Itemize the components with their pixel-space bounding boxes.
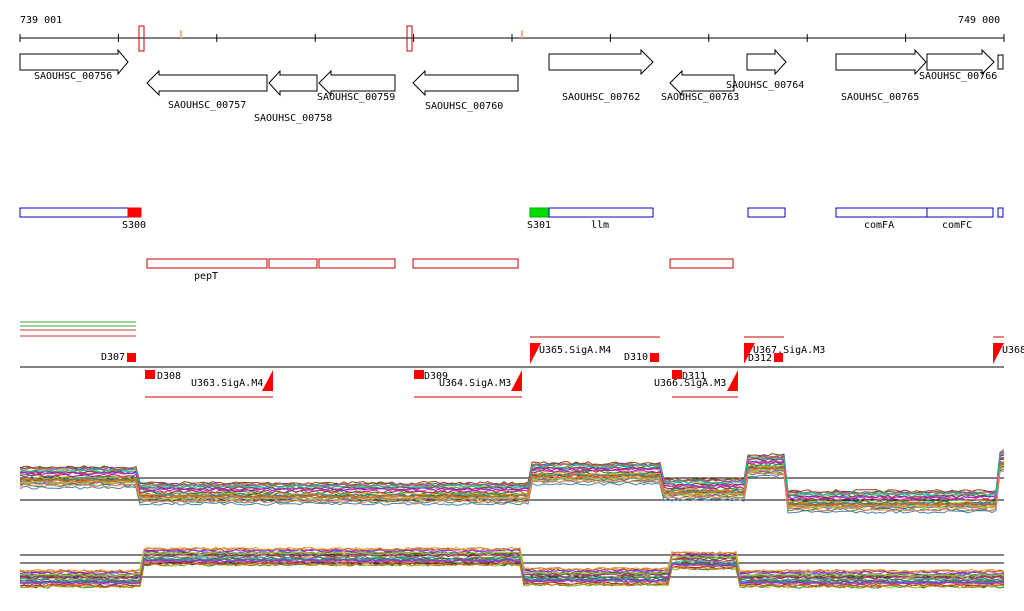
gene-track: SAOUHSC_00756 SAOUHSC_00757 SAOUHSC_0075… (19, 48, 1004, 124)
expression-track-antisense (19, 546, 1005, 589)
coordinate-ruler: 739 001 749 000 (19, 15, 1005, 52)
feature-box[interactable] (268, 258, 318, 269)
segment-label: U364.SigA.M3 (439, 378, 511, 389)
segment-marker[interactable] (414, 370, 424, 379)
gene-label: SAOUHSC_00762 (562, 92, 640, 103)
segment-marker[interactable] (774, 353, 783, 362)
ruler-start-label: 739 001 (20, 15, 62, 26)
gene-arrow[interactable]: SAOUHSC_00762 (548, 48, 654, 103)
feature-box[interactable] (529, 207, 550, 218)
promoter-flag[interactable] (511, 370, 522, 391)
genome-browser-canvas: 739 001 749 000 SAOUHSC_00756 SAOUHSC_00… (19, 15, 1024, 589)
antisense-feature-track: pepT (146, 258, 734, 282)
feature-label: comFC (942, 220, 972, 231)
gene-label: SAOUHSC_00759 (317, 92, 395, 103)
expression-track-sense (19, 449, 1005, 514)
gene-label: SAOUHSC_00758 (254, 113, 332, 124)
gene-label: SAOUHSC_00765 (841, 92, 919, 103)
feature-box[interactable] (997, 207, 1004, 218)
segment-label: U366.SigA.M3 (654, 378, 726, 389)
gene-arrow[interactable]: SAOUHSC_00764 (726, 48, 804, 91)
feature-box[interactable] (146, 258, 268, 269)
segment-label: U368 (1002, 345, 1024, 356)
segment-label: D308 (157, 371, 181, 382)
feature-box[interactable] (669, 258, 734, 269)
gene-label: SAOUHSC_00760 (425, 101, 503, 112)
segment-marker[interactable] (127, 353, 136, 362)
gene-arrow[interactable]: SAOUHSC_00756 (19, 48, 129, 82)
gene-label: SAOUHSC_00766 (919, 71, 997, 82)
segment-label: D310 (624, 352, 648, 363)
segment-marker[interactable] (650, 353, 659, 362)
segment-label: D312 (748, 353, 772, 364)
gene-label: SAOUHSC_00757 (168, 100, 246, 111)
segment-marker[interactable] (145, 370, 155, 379)
segment-label: D307 (101, 352, 125, 363)
feature-box[interactable] (127, 207, 142, 218)
gene-arrow[interactable]: SAOUHSC_00759 (317, 69, 396, 103)
feature-label: S300 (122, 220, 146, 231)
promoter-flag[interactable] (262, 370, 273, 391)
feature-label: llm (591, 220, 609, 231)
feature-label: pepT (194, 271, 218, 282)
ruler-end-label: 749 000 (958, 15, 1000, 26)
gene-arrow[interactable]: SAOUHSC_00765 (835, 48, 927, 103)
feature-box[interactable] (318, 258, 396, 269)
feature-box[interactable] (548, 207, 654, 218)
feature-box[interactable] (926, 207, 994, 218)
segment-label: U363.SigA.M4 (191, 378, 263, 389)
feature-box[interactable] (835, 207, 928, 218)
gene-label: SAOUHSC_00756 (34, 71, 112, 82)
feature-box[interactable] (19, 207, 129, 218)
segmentation-track: D307 D308 U363.SigA.M4 D309 U364.SigA.M3… (20, 321, 1024, 398)
gene-arrow[interactable]: SAOUHSC_00760 (412, 69, 519, 112)
promoter-flag[interactable] (727, 370, 738, 391)
feature-label: comFA (864, 220, 894, 231)
gene-label: SAOUHSC_00764 (726, 80, 804, 91)
gene-arrow[interactable]: SAOUHSC_00766 (919, 48, 1004, 82)
feature-label: S301 (527, 220, 551, 231)
sense-feature-track: S300 S301 llm comFA comFC (19, 207, 1004, 231)
segment-label: U365.SigA.M4 (539, 345, 611, 356)
gene-label: SAOUHSC_00763 (661, 92, 739, 103)
feature-box[interactable] (747, 207, 786, 218)
gene-arrow[interactable]: SAOUHSC_00757 (146, 69, 268, 111)
feature-box[interactable] (412, 258, 519, 269)
